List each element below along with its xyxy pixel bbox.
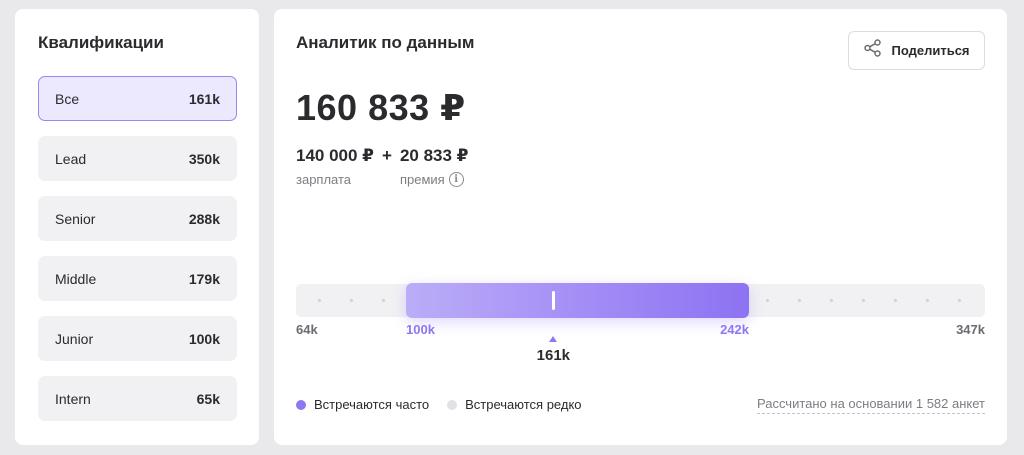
qualification-salary: 288k	[188, 210, 220, 227]
qualification-item-all[interactable]: Все 161k	[38, 76, 237, 121]
qualification-salary: 65k	[196, 390, 220, 407]
basis-note[interactable]: Рассчитано на основании 1 582 анкет	[756, 396, 985, 414]
median-arrow-icon	[549, 336, 558, 342]
legend-item-frequent: Встречаются часто	[296, 397, 429, 412]
track-dot	[926, 299, 929, 302]
bonus-label: премия i	[400, 172, 469, 187]
qualification-salary: 100k	[188, 330, 220, 347]
qualification-item-intern[interactable]: Intern 65k	[38, 376, 237, 421]
info-icon[interactable]: i	[448, 172, 464, 187]
legend-dot-icon	[296, 399, 306, 410]
qualifications-panel: Квалификации Все 161k Lead 350k Senior 2…	[15, 9, 259, 445]
qualification-item-middle[interactable]: Middle 179k	[38, 256, 237, 301]
median-label: 161k	[536, 347, 571, 364]
track-dot	[894, 299, 897, 302]
range-high-label: 242k	[720, 322, 749, 337]
qualification-name: Junior	[55, 330, 94, 347]
qualification-name: Middle	[55, 270, 97, 287]
salary-panel: Аналитик по данным Поделиться 160 833 ₽ …	[274, 9, 1007, 445]
legend-label: Встречаются редко	[465, 397, 582, 412]
track-dot	[958, 299, 961, 302]
salary-label: зарплата	[296, 172, 352, 187]
role-title: Аналитик по данным	[296, 33, 475, 52]
qualification-name: Lead	[55, 150, 87, 167]
plus-sign: +	[382, 146, 392, 165]
legend-label: Встречаются часто	[314, 397, 430, 412]
track-dot	[798, 299, 801, 302]
track-dot	[382, 299, 385, 302]
track-dot	[766, 299, 769, 302]
qualification-salary: 179k	[188, 270, 220, 287]
qualification-salary: 161k	[188, 90, 220, 107]
bonus-value: 20 833 ₽	[399, 146, 469, 165]
legend-dot-icon	[447, 399, 458, 410]
track-dot	[318, 299, 321, 302]
salary-value: 140 000 ₽	[296, 146, 375, 165]
frequent-range-bar	[406, 283, 749, 318]
track-dot	[350, 299, 353, 302]
track-dot	[830, 299, 833, 302]
qualification-list: Все 161k Lead 350k Senior 288k Middle 17…	[38, 76, 237, 436]
qualifications-title: Квалификации	[38, 33, 164, 52]
qualification-name: Senior	[55, 210, 96, 227]
median-marker	[551, 291, 555, 310]
share-button[interactable]: Поделиться	[848, 31, 985, 70]
range-low-label: 100k	[406, 322, 435, 337]
salary-part: 140 000 ₽ зарплата	[296, 146, 374, 187]
total-salary: 160 833 ₽	[296, 87, 466, 128]
range-max-label: 347k	[956, 322, 985, 337]
range-min-label: 64k	[296, 322, 318, 337]
salary-breakdown: 140 000 ₽ зарплата + 20 833 ₽ премия i	[296, 146, 469, 187]
qualification-name: Все	[55, 90, 80, 107]
share-icon	[863, 38, 883, 63]
share-label: Поделиться	[891, 43, 970, 58]
qualification-item-senior[interactable]: Senior 288k	[38, 196, 237, 241]
bonus-part: 20 833 ₽ премия i	[400, 146, 469, 187]
legend: Встречаются часто Встречаются редко	[296, 397, 582, 412]
qualification-item-junior[interactable]: Junior 100k	[38, 316, 237, 361]
salary-range-track	[296, 283, 985, 318]
qualification-salary: 350k	[188, 150, 220, 167]
qualification-item-lead[interactable]: Lead 350k	[38, 136, 237, 181]
qualification-name: Intern	[55, 390, 91, 407]
legend-item-rare: Встречаются редко	[447, 397, 582, 412]
track-dot	[862, 299, 865, 302]
